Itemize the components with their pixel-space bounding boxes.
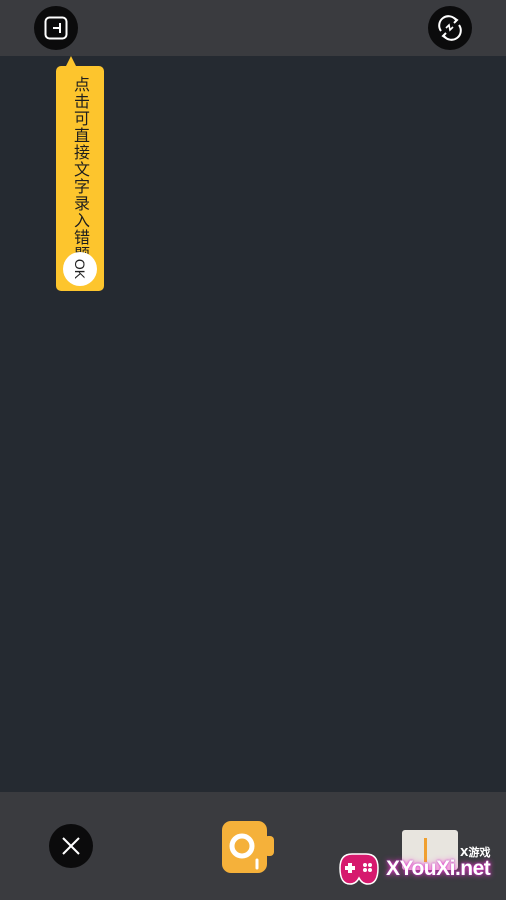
close-icon [62, 837, 80, 855]
gamepad-logo-icon [339, 853, 379, 885]
camera-switch-button[interactable] [428, 6, 472, 50]
tooltip-arrow [66, 56, 76, 66]
tooltip-text: 点击可直接文字录入错题 [71, 76, 90, 263]
shutter-button[interactable] [221, 820, 275, 874]
text-entry-icon [44, 16, 68, 40]
tooltip-ok-button[interactable]: OK [63, 252, 97, 286]
ok-label: OK [71, 258, 88, 280]
site-watermark: X游戏 XYouXi.net [332, 840, 502, 896]
camera-shutter-icon [222, 821, 274, 873]
close-button[interactable] [49, 824, 93, 868]
camera-switch-icon [438, 15, 462, 41]
text-entry-button[interactable] [34, 6, 78, 50]
watermark-main-text: XYouXi.net [386, 857, 491, 880]
